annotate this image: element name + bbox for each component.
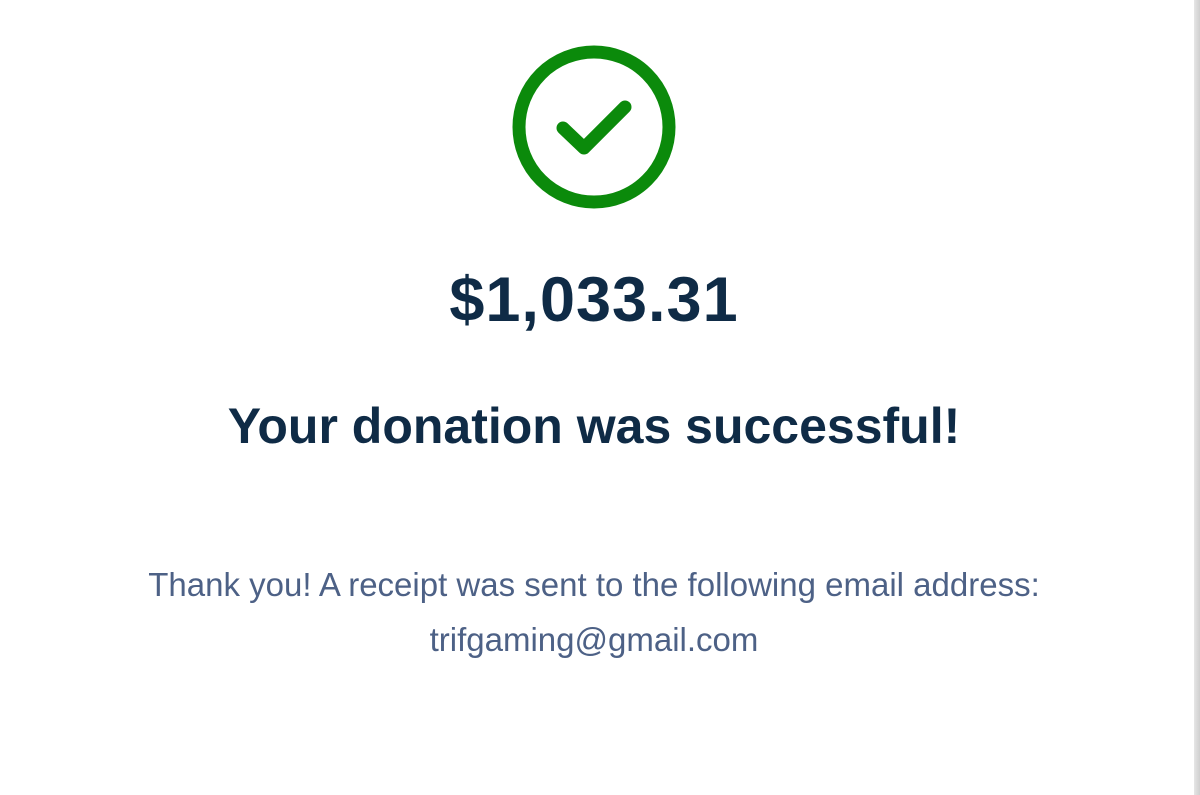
check-circle-icon [511, 44, 677, 210]
donation-success-page: $1,033.31 Your donation was successful! … [0, 0, 1200, 795]
receipt-message-block: Thank you! A receipt was sent to the fol… [0, 557, 1188, 667]
success-headline: Your donation was successful! [227, 398, 961, 454]
receipt-message: Thank you! A receipt was sent to the fol… [148, 566, 1040, 603]
donation-amount: $1,033.31 [449, 265, 739, 335]
window-edge [1194, 0, 1200, 795]
receipt-email: trifgaming@gmail.com [429, 621, 759, 658]
